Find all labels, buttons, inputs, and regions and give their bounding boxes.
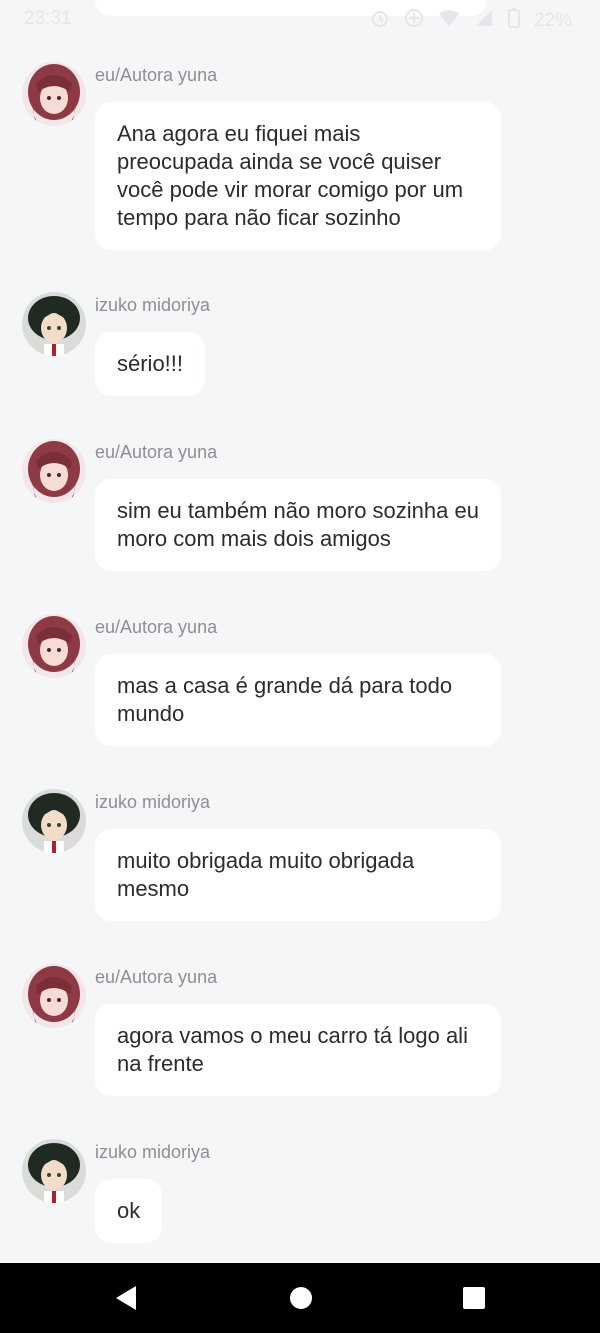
message-bubble[interactable]: Ana agora eu fiquei mais preocupada aind… — [95, 102, 501, 250]
wifi-icon — [438, 8, 460, 34]
sender-name: izuko midoriya — [95, 792, 211, 812]
avatar[interactable] — [22, 964, 86, 1028]
data-saver-icon — [404, 8, 424, 34]
avatar[interactable] — [22, 439, 86, 503]
battery-percentage: 22% — [533, 10, 572, 31]
signal-icon — [474, 8, 494, 34]
message-bubble[interactable]: sim eu também não moro sozinha eu moro c… — [95, 479, 501, 571]
home-icon[interactable] — [289, 1285, 313, 1316]
back-icon[interactable] — [114, 1285, 138, 1316]
sender-name: izuko midoriya — [95, 1142, 211, 1162]
avatar[interactable] — [22, 1139, 86, 1203]
sender-name: eu/Autora yuna — [95, 967, 218, 987]
avatar[interactable] — [22, 292, 86, 356]
message-bubble[interactable]: sério!!! — [95, 332, 206, 396]
alarm-icon — [370, 8, 390, 34]
avatar[interactable] — [22, 789, 86, 853]
sender-name: eu/Autora yuna — [95, 65, 218, 85]
sender-name: izuko midoriya — [95, 295, 211, 315]
status-icons: 22% — [370, 8, 572, 34]
message-bubble[interactable]: ok — [95, 1179, 163, 1243]
navigation-bar — [0, 1263, 600, 1333]
sender-name: eu/Autora yuna — [95, 617, 218, 637]
message-bubble[interactable]: agora vamos o meu carro tá logo ali na f… — [95, 1004, 501, 1096]
avatar[interactable] — [22, 62, 86, 126]
status-bar: 23:31 22% — [0, 0, 600, 38]
message-bubble[interactable]: mas a casa é grande dá para todo mundo — [95, 654, 501, 746]
battery-icon — [507, 8, 520, 34]
avatar[interactable] — [22, 614, 86, 678]
sender-name: eu/Autora yuna — [95, 442, 218, 462]
recent-apps-icon[interactable] — [462, 1285, 486, 1316]
message-bubble[interactable]: muito obrigada muito obrigada mesmo — [95, 829, 501, 921]
status-time: 23:31 — [24, 8, 72, 29]
